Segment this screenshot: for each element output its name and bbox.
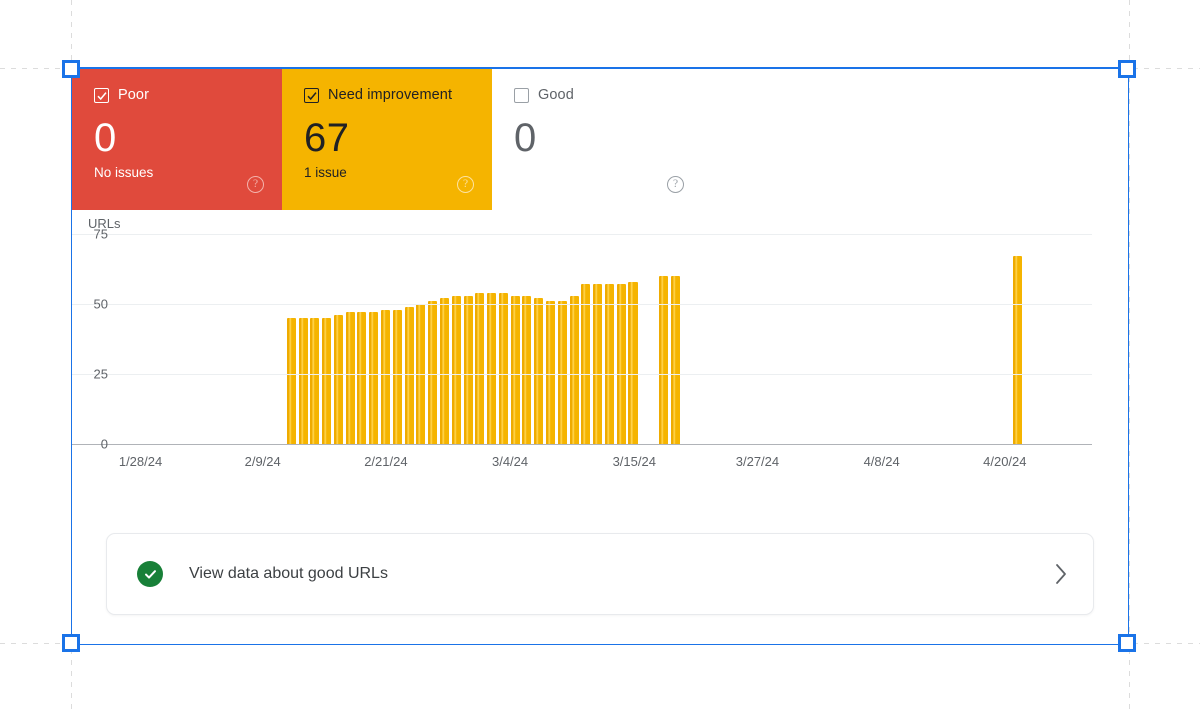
chart-bar[interactable]	[593, 284, 603, 444]
checkbox-unchecked-icon[interactable]	[514, 88, 529, 103]
chart-plot-area: 0 25 50 75	[72, 227, 1092, 452]
chart-bar[interactable]	[510, 295, 520, 444]
chart-bar[interactable]	[616, 284, 626, 444]
chart-bar[interactable]	[322, 318, 332, 444]
help-circle-icon[interactable]: ?	[667, 176, 684, 193]
status-card-need-improvement-label: Need improvement	[328, 87, 453, 104]
status-card-poor-header: Poor	[94, 88, 266, 103]
chart-y-tick-label: 50	[93, 296, 108, 312]
chart-gridline	[72, 444, 1092, 445]
checkbox-checked-icon[interactable]	[94, 88, 109, 103]
chart-x-tick-label: 3/15/24	[612, 454, 656, 469]
chart-y-tick-label: 0	[100, 436, 108, 452]
chart-x-tick-label: 1/28/24	[118, 454, 163, 469]
chart-bar[interactable]	[475, 292, 485, 444]
status-card-poor-subtitle: No issues	[94, 165, 154, 180]
chart-bar[interactable]	[487, 292, 497, 444]
canvas-root: Poor 0 No issues ? Need improvement 67 1…	[0, 0, 1200, 712]
chart-bar[interactable]	[439, 298, 449, 444]
status-card-need-improvement-value: 67	[304, 116, 350, 160]
chart-x-tick-label: 4/8/24	[863, 454, 900, 469]
status-card-good[interactable]: Good 0 ?	[492, 69, 702, 210]
chart-y-tick-label: 75	[93, 226, 108, 242]
chart-bar[interactable]	[404, 306, 414, 444]
chart-bars-group	[110, 234, 1092, 444]
chart-x-axis-ticks: 1/28/24 2/9/24 2/21/24 3/4/24 3/15/24 3/27/24…	[110, 454, 1128, 474]
chart-bar[interactable]	[392, 309, 402, 444]
status-card-need-improvement[interactable]: Need improvement 67 1 issue ?	[282, 69, 492, 210]
status-card-poor-label: Poor	[118, 87, 150, 104]
checkbox-checked-icon[interactable]	[304, 88, 319, 103]
chart-bar[interactable]	[310, 318, 320, 444]
selection-handle-bottom-left[interactable]	[62, 634, 80, 652]
chart-bar[interactable]	[1013, 256, 1023, 444]
chart-bar[interactable]	[298, 318, 308, 444]
status-card-good-header: Good	[514, 88, 686, 103]
chart-x-tick-label: 3/4/24	[491, 454, 529, 469]
guide-line-vertical-right	[1129, 0, 1130, 712]
chart-gridline	[72, 304, 1092, 305]
chart-bar[interactable]	[381, 309, 391, 444]
chart-bar[interactable]	[658, 276, 668, 444]
chart-bar[interactable]	[369, 312, 379, 444]
chart-gridline	[72, 374, 1092, 375]
chart-bar[interactable]	[557, 301, 567, 444]
chart-bar[interactable]	[428, 301, 438, 444]
selection-handle-top-left[interactable]	[62, 60, 80, 78]
chart-bar[interactable]	[534, 298, 544, 444]
chart-bar[interactable]	[604, 284, 614, 444]
status-card-row: Poor 0 No issues ? Need improvement 67 1…	[72, 69, 702, 210]
status-card-need-improvement-header: Need improvement	[304, 88, 476, 103]
status-card-poor[interactable]: Poor 0 No issues ?	[72, 69, 282, 210]
chart-bar[interactable]	[522, 295, 532, 444]
help-circle-icon[interactable]: ?	[247, 176, 264, 193]
chart-bar[interactable]	[286, 318, 296, 444]
chart-bar[interactable]	[546, 301, 556, 444]
chart-bar[interactable]	[670, 276, 680, 444]
view-good-urls-label: View data about good URLs	[189, 565, 388, 582]
web-vitals-report-panel: Poor 0 No issues ? Need improvement 67 1…	[72, 69, 1128, 644]
chart-bar[interactable]	[628, 281, 638, 444]
chart-bar[interactable]	[357, 312, 367, 444]
chart-bar[interactable]	[345, 312, 355, 444]
urls-over-time-chart: URLs 0 25 50 75 1/28/24 2/9/24 2/21/24 3/4/24 3…	[72, 210, 1128, 500]
status-card-need-improvement-subtitle: 1 issue	[304, 165, 347, 180]
check-circle-icon	[137, 561, 163, 587]
chart-y-tick-label: 25	[93, 366, 108, 382]
view-good-urls-banner[interactable]: View data about good URLs	[106, 533, 1094, 615]
help-circle-icon[interactable]: ?	[457, 176, 474, 193]
status-card-good-value: 0	[514, 116, 537, 160]
status-card-good-label: Good	[538, 87, 574, 104]
chart-bar[interactable]	[498, 292, 508, 444]
chart-bar[interactable]	[581, 284, 591, 444]
chart-x-tick-label: 2/9/24	[244, 454, 281, 469]
chart-x-tick-label: 4/20/24	[983, 454, 1027, 469]
chart-bar[interactable]	[569, 295, 579, 444]
chart-bar[interactable]	[333, 315, 343, 444]
chart-gridline	[72, 234, 1092, 235]
chart-x-tick-label: 3/27/24	[735, 454, 780, 469]
chevron-right-icon[interactable]	[1054, 563, 1069, 585]
chart-bar[interactable]	[463, 295, 473, 444]
chart-x-tick-label: 2/21/24	[364, 454, 408, 469]
selection-handle-top-right[interactable]	[1118, 60, 1136, 78]
selection-handle-bottom-right[interactable]	[1118, 634, 1136, 652]
status-card-poor-value: 0	[94, 116, 117, 160]
chart-bar[interactable]	[451, 295, 461, 444]
